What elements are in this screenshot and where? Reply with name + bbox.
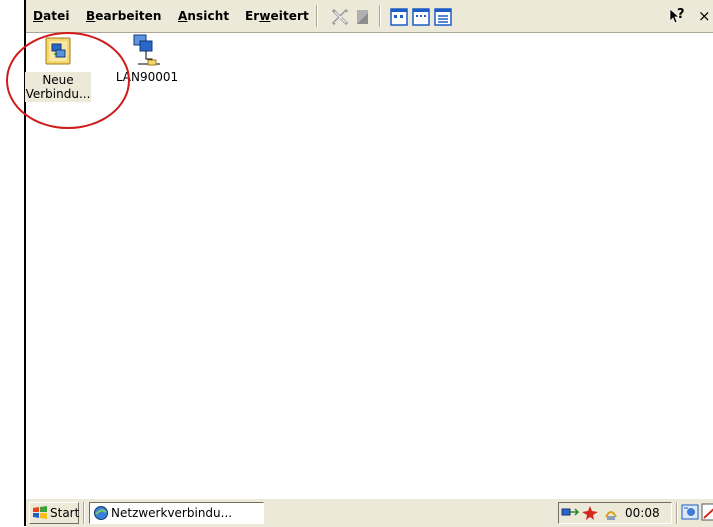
menu-ansicht-accel: A (178, 9, 188, 23)
menu-datei-rest: atei (43, 9, 70, 23)
network-connections-icon (94, 506, 108, 520)
delete-icon[interactable] (331, 8, 349, 26)
new-connection-label: Neue Verbindu... (24, 72, 92, 102)
lan-connection-icon (133, 34, 160, 66)
taskbar-separator-2 (676, 502, 678, 524)
toolbar-separator-2 (379, 5, 381, 27)
new-connection-icon (45, 37, 71, 65)
new-connection-label-line1: Neue (42, 73, 74, 87)
lan-connection-item[interactable]: LAN90001 (112, 33, 182, 84)
help-button[interactable]: ? (668, 6, 690, 26)
taskbar-button-network[interactable]: Netzwerkverbindu... (89, 502, 264, 524)
system-tray: 00:08 (558, 502, 672, 524)
lan-connection-label: LAN90001 (115, 70, 179, 84)
menu-bar: Datei Bearbeiten Ansicht Erweitert ? × (26, 0, 713, 33)
close-button[interactable]: × (698, 7, 712, 25)
new-connection-label-line2: Verbindu... (25, 87, 91, 101)
help-label: ? (677, 7, 685, 22)
clock[interactable]: 00:08 (625, 506, 660, 520)
menu-datei[interactable]: Datei (33, 9, 70, 23)
properties-icon[interactable] (354, 8, 372, 26)
power-tray-icon[interactable] (603, 505, 619, 521)
menu-bearbeiten-rest: earbeiten (95, 9, 162, 23)
new-connection-item[interactable]: Neue Verbindu... (23, 35, 93, 102)
start-label: Start (50, 506, 80, 520)
input-panel-button[interactable] (701, 502, 713, 524)
input-panel-icon (701, 503, 713, 521)
menu-erweitert-rest: eitert (270, 9, 309, 23)
toolbar-separator (316, 5, 318, 27)
large-icons-view-icon[interactable] (390, 8, 408, 26)
menu-datei-accel: D (33, 9, 44, 23)
desktop-icon (681, 504, 699, 520)
menu-bearbeiten[interactable]: Bearbeiten (86, 9, 162, 23)
menu-bearbeiten-accel: B (86, 9, 96, 23)
menu-erweitert-pre: Er (245, 9, 260, 23)
small-icons-view-icon[interactable] (412, 8, 430, 26)
start-button[interactable]: Start (29, 502, 79, 524)
menu-ansicht-rest: nsicht (187, 9, 230, 23)
menu-erweitert[interactable]: Erweitert (245, 9, 309, 23)
menu-ansicht[interactable]: Ansicht (178, 9, 229, 23)
menu-erweitert-accel: w (259, 9, 271, 23)
details-view-icon[interactable] (434, 8, 452, 26)
network-tray-icon[interactable] (561, 505, 579, 521)
status-tray-icon[interactable] (581, 505, 599, 521)
taskbar-separator (83, 502, 85, 524)
close-icon: × (698, 7, 711, 25)
taskbar-button-label: Netzwerkverbindu... (111, 506, 233, 520)
desktop-button[interactable] (681, 503, 701, 523)
taskbar: Start Netzwerkverbindu... 00:08 (26, 498, 713, 527)
windows-logo-icon (33, 506, 47, 519)
